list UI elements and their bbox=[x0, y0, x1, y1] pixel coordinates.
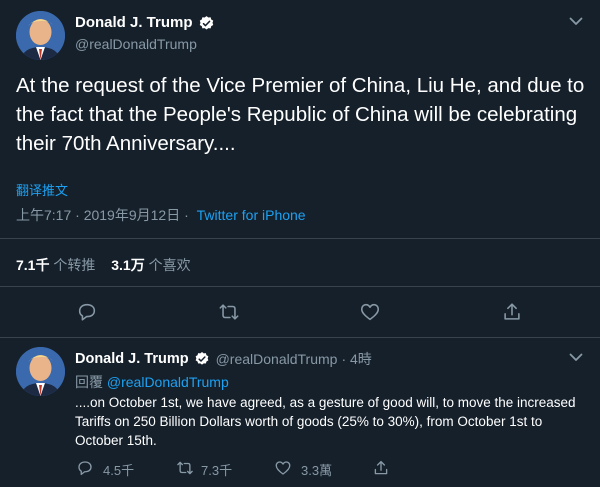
divider bbox=[0, 238, 600, 239]
replying-to-link[interactable]: @realDonaldTrump bbox=[107, 374, 229, 390]
chevron-down-icon[interactable] bbox=[566, 349, 586, 365]
likes-stat[interactable]: 3.1万 个喜欢 bbox=[111, 257, 190, 273]
reply-action-bar: 4.5千 7.3千 3.3萬 bbox=[75, 458, 405, 478]
tweet-time[interactable]: · 4時 bbox=[341, 349, 371, 369]
translate-tweet-link[interactable]: 翻译推文 bbox=[16, 180, 68, 199]
tweet-source-link[interactable]: Twitter for iPhone bbox=[197, 207, 306, 223]
avatar[interactable] bbox=[16, 347, 65, 396]
likes-count: 3.1万 bbox=[111, 257, 145, 273]
replying-prefix: 回覆 bbox=[75, 374, 103, 390]
share-button[interactable] bbox=[371, 458, 391, 478]
chevron-down-icon[interactable] bbox=[566, 13, 586, 29]
retweet-button[interactable] bbox=[174, 458, 196, 478]
tweet-meta: 上午7:17 · 2019年9月12日 · Twitter for iPhone bbox=[16, 205, 306, 225]
reply-count: 4.5千 bbox=[103, 463, 135, 478]
retweets-count: 7.1千 bbox=[16, 257, 50, 273]
likes-label: 个喜欢 bbox=[148, 257, 191, 273]
retweet-count: 7.3千 bbox=[201, 463, 233, 478]
reply-button[interactable] bbox=[75, 300, 99, 324]
tweet-stats: 7.1千 个转推 3.1万 个喜欢 bbox=[16, 255, 191, 275]
author-name[interactable]: Donald J. Trump bbox=[75, 351, 189, 367]
heart-icon bbox=[360, 303, 380, 321]
heart-icon bbox=[275, 461, 291, 475]
meta-separator: · bbox=[184, 207, 189, 223]
avatar-portrait-icon bbox=[16, 11, 65, 60]
author-handle[interactable]: @realDonaldTrump bbox=[75, 36, 197, 52]
retweets-stat[interactable]: 7.1千 个转推 bbox=[16, 257, 99, 273]
author-name[interactable]: Donald J. Trump bbox=[75, 14, 193, 31]
retweet-button[interactable] bbox=[216, 300, 242, 324]
share-icon bbox=[504, 303, 520, 320]
retweet-icon bbox=[219, 304, 239, 320]
tweet-text: At the request of the Vice Premier of Ch… bbox=[16, 74, 585, 155]
verified-badge-icon bbox=[193, 351, 211, 367]
reply-icon bbox=[78, 461, 92, 476]
share-button[interactable] bbox=[500, 300, 524, 324]
divider bbox=[0, 286, 600, 287]
share-icon bbox=[374, 460, 388, 475]
avatar-portrait-icon bbox=[16, 347, 65, 396]
like-count: 3.3萬 bbox=[301, 463, 333, 478]
verified-badge-icon bbox=[197, 14, 215, 32]
tweet-text: ....on October 1st, we have agreed, as a… bbox=[75, 395, 576, 448]
like-button[interactable] bbox=[358, 300, 382, 324]
author-handle[interactable]: @realDonaldTrump bbox=[216, 351, 338, 367]
reply-button[interactable] bbox=[75, 458, 95, 478]
replying-to: 回覆 @realDonaldTrump bbox=[75, 372, 229, 392]
tweet-timestamp[interactable]: 上午7:17 · 2019年9月12日 bbox=[16, 207, 180, 223]
retweet-icon bbox=[177, 461, 193, 475]
avatar[interactable] bbox=[16, 11, 65, 60]
divider bbox=[0, 337, 600, 338]
like-button[interactable] bbox=[273, 458, 293, 478]
retweets-label: 个转推 bbox=[53, 257, 96, 273]
reply-icon bbox=[78, 303, 96, 321]
reply-header: Donald J. Trump @realDonaldTrump · 4時 bbox=[75, 349, 372, 369]
